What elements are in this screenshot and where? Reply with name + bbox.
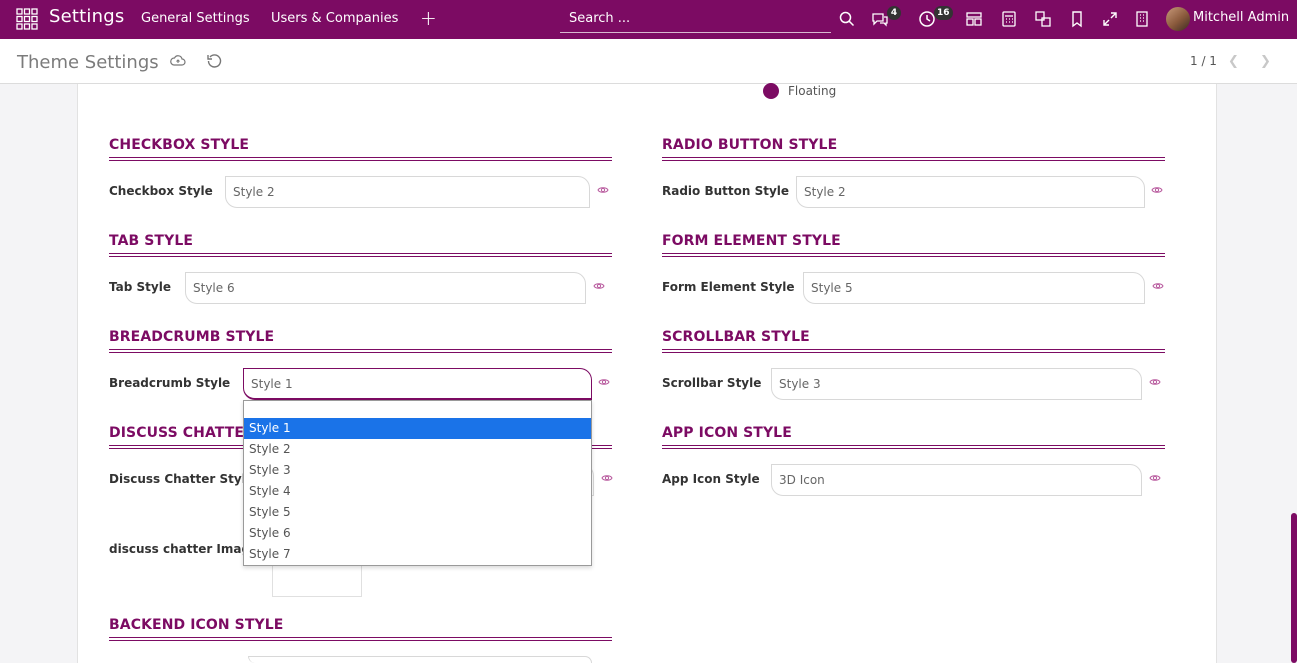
section-divider bbox=[662, 349, 1165, 353]
section-divider bbox=[662, 253, 1165, 257]
scrollbar-style-select[interactable]: Style 3 bbox=[771, 368, 1142, 400]
dropdown-option-style-2[interactable]: Style 2 bbox=[244, 439, 591, 460]
discuss-chatter-image-label: discuss chatter Imag bbox=[109, 542, 251, 556]
pager-value[interactable]: 1 / 1 bbox=[1190, 54, 1217, 68]
floating-label: Floating bbox=[788, 84, 837, 98]
eye-icon[interactable] bbox=[1149, 377, 1161, 387]
tab-style-title: TAB STYLE bbox=[109, 233, 193, 249]
tab-style-select[interactable]: Style 6 bbox=[185, 272, 586, 304]
app-icon-style-label: App Icon Style bbox=[662, 472, 760, 486]
radio-style-title: RADIO BUTTON STYLE bbox=[662, 137, 838, 153]
dropdown-option-style-1[interactable]: Style 1 bbox=[244, 418, 591, 439]
discuss-chatter-style-label: Discuss Chatter Style bbox=[109, 472, 254, 486]
dropdown-option-style-6[interactable]: Style 6 bbox=[244, 523, 591, 544]
tab-style-value: Style 6 bbox=[193, 281, 235, 295]
page-title: Theme Settings bbox=[17, 52, 159, 73]
dropdown-option-style-7[interactable]: Style 7 bbox=[244, 544, 591, 565]
radio-style-value: Style 2 bbox=[804, 185, 846, 199]
checkbox-style-title: CHECKBOX STYLE bbox=[109, 137, 250, 153]
eye-icon[interactable] bbox=[1151, 185, 1163, 195]
building-icon[interactable] bbox=[1133, 10, 1151, 28]
radio-style-label: Radio Button Style bbox=[662, 184, 790, 198]
apps-grid-icon[interactable] bbox=[16, 8, 38, 30]
breadcrumb-style-label: Breadcrumb Style bbox=[109, 376, 231, 390]
breadcrumb-style-dropdown: Style 1 Style 2 Style 3 Style 4 Style 5 … bbox=[243, 400, 592, 566]
backend-icon-style-title: BACKEND ICON STYLE bbox=[109, 617, 284, 633]
cloud-upload-icon[interactable] bbox=[170, 53, 186, 69]
dropdown-option-style-4[interactable]: Style 4 bbox=[244, 481, 591, 502]
app-icon-style-value: 3D Icon bbox=[779, 473, 825, 487]
breadcrumb-style-select[interactable]: Style 1 bbox=[243, 368, 592, 400]
menu-general-settings[interactable]: General Settings bbox=[141, 11, 250, 26]
eye-icon[interactable] bbox=[601, 473, 613, 483]
radio-style-select[interactable]: Style 2 bbox=[796, 176, 1145, 208]
backend-icon-style-select[interactable] bbox=[248, 656, 592, 663]
discuss-chatter-image[interactable] bbox=[272, 565, 362, 597]
form-element-style-label: Form Element Style bbox=[662, 280, 795, 294]
eye-icon[interactable] bbox=[1149, 473, 1161, 483]
eye-icon[interactable] bbox=[1152, 281, 1164, 291]
section-divider bbox=[662, 445, 1165, 449]
app-icon-style-select[interactable]: 3D Icon bbox=[771, 464, 1142, 496]
scrollbar-style-value: Style 3 bbox=[779, 377, 821, 391]
fullscreen-icon[interactable] bbox=[1101, 10, 1119, 28]
dropdown-empty-option[interactable] bbox=[244, 401, 591, 418]
undo-icon[interactable] bbox=[206, 53, 222, 69]
scrollbar-style-label: Scrollbar Style bbox=[662, 376, 762, 390]
eye-icon[interactable] bbox=[598, 377, 610, 387]
eye-icon[interactable] bbox=[597, 185, 609, 195]
section-divider bbox=[109, 637, 612, 641]
user-name[interactable]: Mitchell Admin bbox=[1193, 10, 1289, 25]
checkbox-style-select[interactable]: Style 2 bbox=[225, 176, 590, 208]
dropdown-option-style-5[interactable]: Style 5 bbox=[244, 502, 591, 523]
section-divider bbox=[109, 253, 612, 257]
section-divider bbox=[109, 349, 612, 353]
form-element-style-value: Style 5 bbox=[811, 281, 853, 295]
app-name[interactable]: Settings bbox=[49, 6, 124, 27]
form-element-style-select[interactable]: Style 5 bbox=[803, 272, 1145, 304]
dropdown-option-style-3[interactable]: Style 3 bbox=[244, 460, 591, 481]
calculator-icon[interactable] bbox=[1000, 10, 1018, 28]
search-input[interactable]: Search ... bbox=[560, 8, 831, 33]
floating-radio[interactable] bbox=[763, 83, 779, 99]
eye-icon[interactable] bbox=[593, 281, 605, 291]
search-placeholder: Search ... bbox=[569, 11, 631, 26]
section-divider bbox=[662, 157, 1165, 161]
menu-users-companies[interactable]: Users & Companies bbox=[271, 11, 398, 26]
control-panel: Theme Settings 1 / 1 ❮ ❯ bbox=[0, 39, 1297, 84]
plus-icon[interactable]: + bbox=[420, 6, 437, 30]
checkbox-style-label: Checkbox Style bbox=[109, 184, 213, 198]
form-element-style-title: FORM ELEMENT STYLE bbox=[662, 233, 841, 249]
tab-style-label: Tab Style bbox=[109, 280, 171, 294]
pager-next-icon[interactable]: ❯ bbox=[1260, 54, 1271, 69]
app-icon-style-title: APP ICON STYLE bbox=[662, 425, 792, 441]
scrollbar-style-title: SCROLLBAR STYLE bbox=[662, 329, 810, 345]
language-icon[interactable] bbox=[1034, 10, 1052, 28]
top-navbar: Settings General Settings Users & Compan… bbox=[0, 0, 1297, 39]
activities-count-badge: 16 bbox=[934, 6, 953, 20]
layout-icon[interactable] bbox=[965, 10, 983, 28]
discuss-chatter-title: DISCUSS CHATTER bbox=[109, 425, 255, 441]
section-divider bbox=[109, 157, 612, 161]
page-scrollbar[interactable] bbox=[1291, 513, 1297, 663]
breadcrumb-style-value: Style 1 bbox=[251, 377, 293, 391]
pager-prev-icon[interactable]: ❮ bbox=[1228, 54, 1239, 69]
checkbox-style-value: Style 2 bbox=[233, 185, 275, 199]
bookmark-icon[interactable] bbox=[1068, 10, 1086, 28]
breadcrumb-style-title: BREADCRUMB STYLE bbox=[109, 329, 275, 345]
avatar[interactable] bbox=[1166, 7, 1190, 31]
search-icon[interactable] bbox=[838, 10, 856, 28]
messages-count-badge: 4 bbox=[887, 6, 901, 20]
